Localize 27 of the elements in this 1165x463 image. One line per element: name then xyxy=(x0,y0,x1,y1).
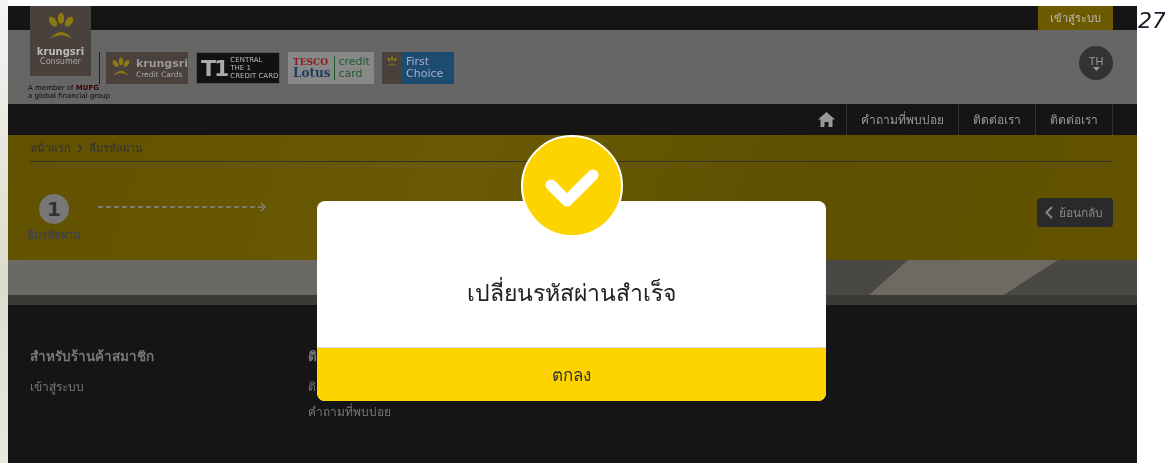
page-number: 27 xyxy=(1138,8,1165,33)
home-icon[interactable] xyxy=(817,112,835,127)
chevron-right-icon xyxy=(77,143,83,153)
footer-heading: สำหรับร้านค้าสมาชิก xyxy=(30,347,155,366)
footer-link[interactable]: เข้าสู่ระบบ xyxy=(30,377,308,396)
logo-text: card xyxy=(334,68,370,80)
brand-name: krungsri xyxy=(36,46,85,57)
logo-text: credit xyxy=(334,56,370,68)
logo-text: First xyxy=(406,56,431,68)
footer-link[interactable]: คำถามที่พบบ่อย xyxy=(308,402,586,421)
brand-subtitle: Consumer xyxy=(40,57,81,66)
logo-text: T1 xyxy=(201,55,228,81)
logo-text: Lotus xyxy=(293,67,331,79)
dialog-message: เปลี่ยนรหัสผ่านสำเร็จ xyxy=(467,275,676,311)
caret-icon xyxy=(1092,67,1100,71)
ok-button[interactable]: ตกลง xyxy=(317,347,826,401)
chevron-left-icon xyxy=(1045,206,1053,219)
step-label: ลืมรหัสผ่าน xyxy=(27,228,81,244)
bird-icon xyxy=(386,56,398,68)
back-button[interactable]: ย้อนกลับ xyxy=(1037,198,1113,227)
language-button[interactable]: TH xyxy=(1079,46,1113,80)
login-button[interactable]: เข้าสู่ระบบ xyxy=(1038,6,1113,30)
step-number: 1 xyxy=(39,194,69,224)
logo-text: TESCO xyxy=(293,57,330,67)
logo-text: krungsri xyxy=(135,57,188,70)
footer-heading: ติ xyxy=(308,347,318,366)
logo-text: Choice xyxy=(406,68,444,80)
